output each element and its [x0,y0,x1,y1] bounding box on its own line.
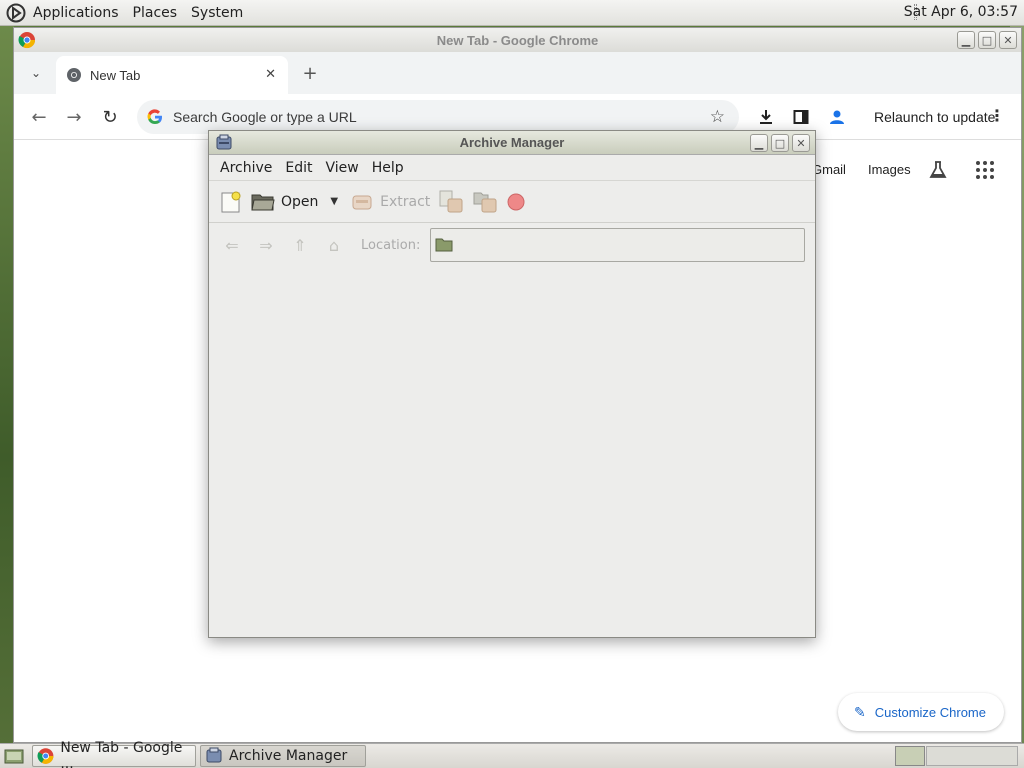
reload-icon[interactable]: ↻ [95,102,125,132]
home-icon[interactable]: ⌂ [321,233,347,257]
forward-icon[interactable]: ⇒ [253,233,279,257]
new-tab-plus-icon[interactable]: + [298,61,322,85]
tab-strip: ⌄ New Tab ✕ + [14,52,1021,94]
taskbar-archive-label: Archive Manager [229,748,348,764]
omnibox[interactable]: Search Google or type a URL ☆ [137,100,739,134]
menu-edit[interactable]: Edit [285,160,312,176]
workspace-2[interactable] [926,746,1018,766]
workspace-1[interactable] [895,746,925,766]
archive-manager-window: Archive Manager ▁ □ ✕ Archive Edit View … [208,130,816,638]
stop-icon [507,193,525,210]
tab-title: New Tab [90,67,141,83]
extract-icon [352,195,372,209]
gmail-link[interactable]: Gmail [812,162,846,177]
menu-help[interactable]: Help [372,160,404,176]
back-icon[interactable]: ⇐ [219,233,245,257]
clock[interactable]: Sat Apr 6, 03:57 [904,4,1018,20]
archive-maximize-button[interactable]: □ [771,134,789,152]
close-button[interactable]: ✕ [999,31,1017,49]
maximize-button[interactable]: □ [978,31,996,49]
menu-system[interactable]: System [191,5,243,21]
chrome-window-title: New Tab - Google Chrome [436,32,599,48]
images-link[interactable]: Images [868,162,911,177]
chrome-titlebar[interactable]: New Tab - Google Chrome ▁ □ ✕ [14,28,1021,52]
stop-button[interactable] [506,192,526,212]
open-dropdown-arrow-icon[interactable]: ▼ [330,196,338,207]
distro-logo-icon[interactable] [5,2,27,24]
folder-icon [435,238,453,252]
chrome-favicon-icon [67,68,81,82]
omnibox-placeholder: Search Google or type a URL [173,109,357,125]
top-panel: Applications Places System Sat Apr 6, 03… [0,0,1024,26]
location-field[interactable] [430,228,805,262]
customize-chrome-label: Customize Chrome [874,704,986,720]
chrome-menu-kebab-icon[interactable]: ⋮ [989,106,1005,125]
taskbar-item-chrome[interactable]: New Tab - Google ... [32,740,196,768]
menu-places[interactable]: Places [133,5,178,21]
tab-new-tab[interactable]: New Tab ✕ [56,56,288,94]
show-desktop-icon[interactable] [4,747,24,765]
archive-menubar: Archive Edit View Help [209,155,815,181]
pencil-icon: ✎ [854,703,866,720]
add-files-icon [439,190,463,212]
download-icon[interactable] [753,104,779,130]
taskbar-item-archive-manager[interactable]: Archive Manager [200,745,366,767]
archive-close-button[interactable]: ✕ [792,134,810,152]
location-label: Location: [361,237,421,253]
new-archive-button[interactable] [219,190,243,214]
menu-view[interactable]: View [326,160,359,176]
archive-minimize-button[interactable]: ▁ [750,134,768,152]
minimize-button[interactable]: ▁ [957,31,975,49]
extract-label: Extract [380,193,431,210]
menu-archive[interactable]: Archive [220,160,272,176]
bottom-panel: New Tab - Google ... Archive Manager [0,740,1024,768]
relaunch-to-update-button[interactable]: Relaunch to update [874,104,995,130]
chrome-task-icon [37,748,54,764]
add-files-button[interactable] [438,189,464,215]
new-archive-icon [221,191,241,212]
tab-close-icon[interactable]: ✕ [265,67,276,82]
add-folder-icon [473,192,497,212]
back-arrow-icon[interactable]: ← [24,102,54,132]
bookmark-star-icon[interactable]: ☆ [710,107,725,127]
forward-arrow-icon[interactable]: → [59,102,89,132]
open-folder-icon [251,194,275,210]
customize-chrome-button[interactable]: ✎ Customize Chrome [838,693,1004,731]
google-apps-grid-icon[interactable] [976,161,994,179]
archive-manager-title: Archive Manager [459,135,565,150]
open-button[interactable]: Open [251,191,318,213]
desktop-background-left [0,26,14,744]
labs-flask-icon[interactable] [928,160,948,180]
up-icon[interactable]: ⇑ [287,233,313,257]
open-label: Open [281,193,319,210]
add-folder-button[interactable] [472,189,498,215]
location-bar: ⇐ ⇒ ⇑ ⌂ Location: [209,223,815,267]
menu-applications[interactable]: Applications [33,5,119,21]
archive-toolbar: Open ▼ Extract [209,181,815,223]
profile-avatar-icon[interactable] [824,104,850,130]
archive-manager-titlebar[interactable]: Archive Manager ▁ □ ✕ [209,131,815,155]
taskbar-chrome-label: New Tab - Google ... [60,740,183,768]
side-panel-icon[interactable] [788,104,814,130]
tab-search-chevron-icon[interactable]: ⌄ [22,59,50,87]
google-g-icon [147,109,162,125]
archive-app-icon [216,134,232,150]
extract-button[interactable]: Extract [350,191,430,213]
archive-task-icon [206,747,222,763]
